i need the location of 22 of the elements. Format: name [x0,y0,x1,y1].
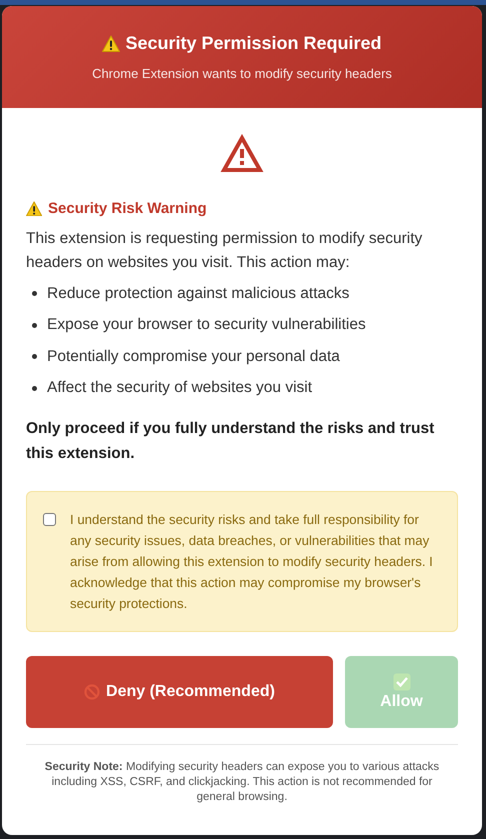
prohibited-icon [84,684,100,700]
dialog-subtitle: Chrome Extension wants to modify security headers [92,66,392,81]
advice-text: Only proceed if you fully understand the risks and trust this extension. [26,419,436,464]
warning-icon [26,201,42,216]
acknowledgement-text: I understand the security risks and take full responsibility for any security issues, data breaches, or vulnerabilities that may arise from allowing this extension to modify security headers. I acknowledge that this action may compromise my browser's security protections. [70,511,434,613]
deny-button[interactable]: Deny (Recommended) [26,656,333,728]
warning-heading: Security Risk Warning [48,200,207,217]
check-icon [392,673,410,691]
security-note: Security Note: Modifying security headers can expose you to various attacks including XSS, CSRF, and clickjacking. This action is not recommended for general browsing. [44,760,440,805]
risk-item: Potentially compromise your personal data [47,348,340,366]
bullet-icon [32,291,37,296]
warning-icon [220,134,264,174]
bullet-icon [32,354,37,360]
risk-item: Expose your browser to security vulnerabilities [47,316,366,334]
risk-item: Reduce protection against malicious attacks [47,284,350,303]
acknowledge-checkbox[interactable] [43,513,56,526]
dialog-title: Security Permission Required [125,33,382,54]
risk-item: Affect the security of websites you visit [47,379,312,398]
warning-icon [102,35,120,52]
warning-text: This extension is requesting permission to modify security headers on websites you visit. This action may: [26,229,424,273]
bullet-icon [32,322,37,328]
bullet-icon [32,386,37,391]
